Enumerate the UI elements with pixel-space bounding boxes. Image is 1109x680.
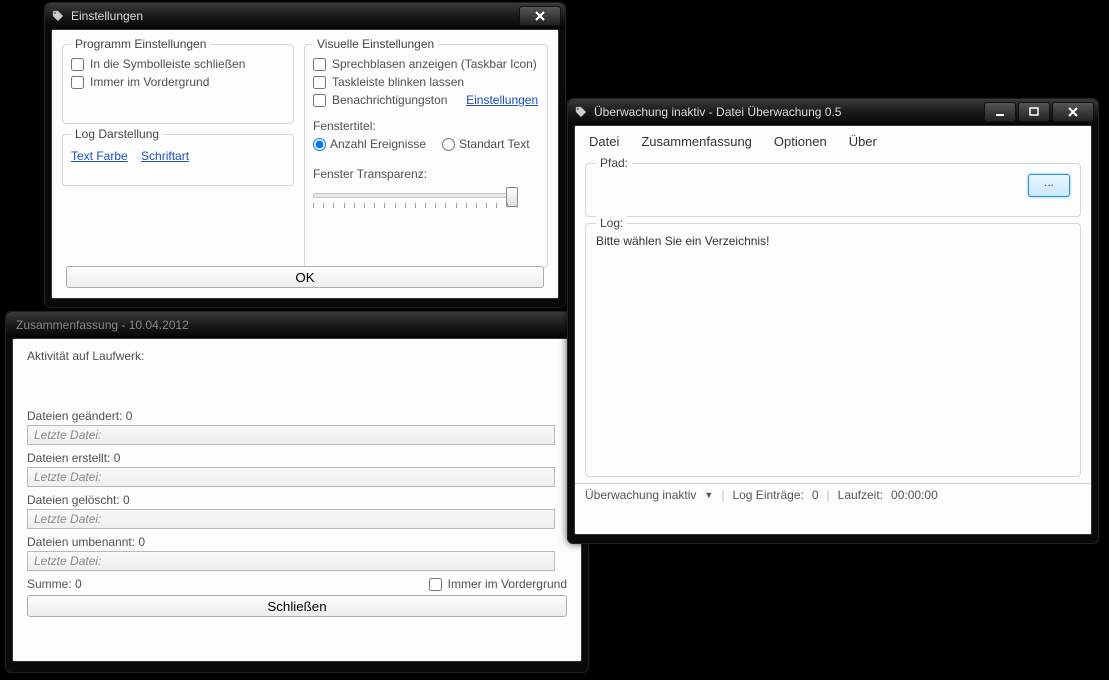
- log-group: Log: Bitte wählen Sie ein Verzeichnis!: [585, 223, 1081, 477]
- files-created-label: Dateien erstellt: 0: [27, 451, 567, 465]
- status-entries-value: 0: [812, 488, 819, 502]
- tag-icon: [51, 9, 65, 23]
- settings-title: Einstellungen: [71, 9, 143, 23]
- radio-event-count[interactable]: Anzahl Ereignisse: [313, 137, 426, 151]
- menubar: Datei Zusammenfassung Optionen Über: [575, 126, 1091, 157]
- status-runtime-value: 00:00:00: [891, 488, 938, 502]
- close-icon[interactable]: [519, 6, 561, 26]
- files-changed-last: Letzte Datei:: [27, 425, 555, 445]
- close-to-tray-checkbox[interactable]: In die Symbolleiste schließen: [71, 57, 285, 71]
- activity-label: Aktivität auf Laufwerk:: [27, 349, 567, 363]
- main-window: Überwachung inaktiv - Datei Überwachung …: [567, 98, 1099, 544]
- menu-file[interactable]: Datei: [589, 134, 619, 149]
- browse-button[interactable]: ...: [1028, 174, 1070, 197]
- visual-settings-group: Visuelle Einstellungen Sprechblasen anze…: [304, 44, 548, 268]
- files-created-last: Letzte Datei:: [27, 467, 555, 487]
- log-display-title: Log Darstellung: [71, 127, 163, 141]
- always-on-top-checkbox[interactable]: Immer im Vordergrund: [71, 75, 285, 89]
- main-titlebar[interactable]: Überwachung inaktiv - Datei Überwachung …: [568, 99, 1098, 125]
- text-color-link[interactable]: Text Farbe: [71, 149, 128, 163]
- settings-window: Einstellungen Programm Einstellungen In …: [44, 2, 566, 308]
- sound-settings-link[interactable]: Einstellungen: [466, 93, 538, 107]
- statusbar: Überwachung inaktiv ▼ | Log Einträge: 0 …: [575, 483, 1091, 506]
- minimize-icon[interactable]: [984, 102, 1016, 122]
- path-label: Pfad:: [596, 156, 632, 170]
- menu-summary[interactable]: Zusammenfassung: [641, 134, 752, 149]
- sound-checkbox[interactable]: Benachrichtigungston Einstellungen: [313, 93, 539, 107]
- status-entries-label: Log Einträge:: [732, 488, 803, 502]
- ok-button[interactable]: OK: [66, 266, 544, 288]
- path-group: Pfad: ...: [585, 163, 1081, 217]
- status-runtime-label: Laufzeit:: [838, 488, 883, 502]
- balloons-checkbox[interactable]: Sprechblasen anzeigen (Taskbar Icon): [313, 57, 539, 71]
- summary-title: Zusammenfassung - 10.04.2012: [16, 318, 189, 332]
- menu-options[interactable]: Optionen: [774, 134, 827, 149]
- status-state: Überwachung inaktiv: [585, 488, 696, 502]
- files-renamed-last: Letzte Datei:: [27, 551, 555, 571]
- menu-about[interactable]: Über: [849, 134, 877, 149]
- close-icon[interactable]: [1052, 102, 1094, 122]
- transparency-label: Fenster Transparenz:: [313, 167, 539, 181]
- log-text: Bitte wählen Sie ein Verzeichnis!: [596, 234, 1070, 248]
- visual-settings-title: Visuelle Einstellungen: [313, 37, 438, 51]
- program-settings-title: Programm Einstellungen: [71, 37, 210, 51]
- summary-window: Zusammenfassung - 10.04.2012 Aktivität a…: [5, 311, 589, 673]
- files-changed-label: Dateien geändert: 0: [27, 409, 567, 423]
- blink-checkbox[interactable]: Taskleiste blinken lassen: [313, 75, 539, 89]
- transparency-slider[interactable]: [313, 185, 518, 209]
- window-title-label: Fenstertitel:: [313, 119, 539, 133]
- font-link[interactable]: Schriftart: [141, 149, 189, 163]
- log-label: Log:: [596, 216, 627, 230]
- log-display-group: Log Darstellung Text Farbe Schriftart: [62, 134, 294, 186]
- summary-always-on-top-checkbox[interactable]: Immer im Vordergrund: [429, 577, 567, 591]
- files-deleted-last: Letzte Datei:: [27, 509, 555, 529]
- settings-titlebar[interactable]: Einstellungen: [45, 3, 565, 29]
- dropdown-icon[interactable]: ▼: [704, 490, 713, 500]
- files-renamed-label: Dateien umbenannt: 0: [27, 535, 567, 549]
- maximize-icon[interactable]: [1018, 102, 1050, 122]
- tag-icon: [574, 105, 588, 119]
- main-title: Überwachung inaktiv - Datei Überwachung …: [594, 105, 841, 119]
- sum-label: Summe: 0: [27, 577, 82, 591]
- program-settings-group: Programm Einstellungen In die Symbolleis…: [62, 44, 294, 124]
- close-button[interactable]: Schließen: [27, 595, 567, 617]
- summary-titlebar[interactable]: Zusammenfassung - 10.04.2012: [6, 312, 588, 338]
- radio-standard-text[interactable]: Standart Text: [442, 137, 530, 151]
- files-deleted-label: Dateien gelöscht: 0: [27, 493, 567, 507]
